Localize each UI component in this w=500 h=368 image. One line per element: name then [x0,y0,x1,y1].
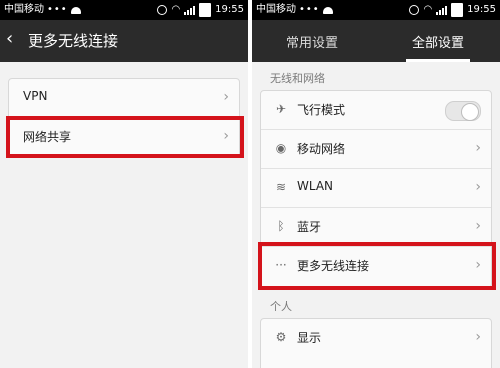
tab-all-settings[interactable]: 全部设置 [412,32,464,51]
status-right: ◠ 19:55 [157,0,244,20]
more-dots-icon: ··· [275,258,287,272]
clock: 19:55 [215,4,244,15]
settings-row-mobile-network[interactable]: ◉ 移动网络 › [261,130,491,169]
signal-tower-icon: ◉ [275,141,287,155]
carrier-name: 中国移动 [256,4,296,15]
status-left: 中国移动 ••• [256,0,333,20]
left-screen: 中国移动 ••• ◠ 19:55 ‹ 更多无线连接 VPN › 网络共享 › [0,0,248,368]
wireless-settings-card: ✈ 飞行模式 ◉ 移动网络 › ≋ WLAN › ᛒ 蓝牙 › ··· 更多无线… [260,90,492,288]
cell-signal-icon [184,5,196,15]
clock: 19:55 [467,4,496,15]
alarm-icon [157,5,168,15]
settings-row-more-wireless[interactable]: ··· 更多无线连接 › [261,247,491,285]
signal-dots: ••• [47,4,68,15]
wifi-status-icon: ◠ [423,4,433,15]
settings-row-airplane-mode[interactable]: ✈ 飞行模式 [261,91,491,130]
settings-row-bluetooth[interactable]: ᛒ 蓝牙 › [261,208,491,247]
bluetooth-icon: ᛒ [277,219,285,233]
cell-signal-icon [436,5,448,15]
tab-bar: 常用设置 全部设置 [252,20,500,62]
section-header-wireless: 无线和网络 [270,72,325,85]
settings-content: VPN › 网络共享 › [0,62,248,368]
airplane-icon: ✈ [275,102,287,116]
row-label: 更多无线连接 [297,259,370,273]
battery-icon [199,3,212,17]
chevron-right-icon: › [475,257,481,273]
chevron-right-icon: › [223,128,229,144]
page-title: 更多无线连接 [28,32,119,50]
back-chevron-icon[interactable]: ‹ [6,30,13,48]
status-right: ◠ 19:55 [409,0,496,20]
android-icon [70,6,81,14]
row-label: 网络共享 [23,130,72,144]
wifi-status-icon: ◠ [171,4,181,15]
wifi-icon: ≋ [275,180,287,194]
screenshot-pair: 中国移动 ••• ◠ 19:55 ‹ 更多无线连接 VPN › 网络共享 › 中… [0,0,500,368]
row-label: WLAN [297,179,334,193]
status-bar: 中国移动 ••• ◠ 19:55 [0,0,248,20]
display-settings-icon: ⚙ [275,330,287,344]
section-header-personal: 个人 [270,300,292,313]
chevron-right-icon: › [475,140,481,156]
carrier-name: 中国移动 [4,4,44,15]
settings-card: VPN › 网络共享 › [8,78,240,158]
settings-row-tethering[interactable]: 网络共享 › [9,118,239,156]
chevron-right-icon: › [475,218,481,234]
settings-content: 无线和网络 ✈ 飞行模式 ◉ 移动网络 › ≋ WLAN › ᛒ 蓝牙 › ··… [252,62,500,368]
settings-row-vpn[interactable]: VPN › [9,79,239,118]
personal-settings-card: ⚙ 显示 › [260,318,492,368]
chevron-right-icon: › [475,179,481,195]
row-label: 显示 [297,331,322,345]
status-left: 中国移动 ••• [4,0,81,20]
settings-row-display[interactable]: ⚙ 显示 › [261,319,491,357]
tab-common-settings[interactable]: 常用设置 [286,32,338,51]
battery-icon [451,3,464,17]
signal-dots: ••• [299,4,320,15]
chevron-right-icon: › [475,329,481,345]
airplane-mode-toggle[interactable] [445,101,481,121]
toggle-knob [461,103,479,121]
row-label: 移动网络 [297,142,346,156]
alarm-icon [409,5,420,15]
row-label: 飞行模式 [297,103,346,117]
row-label: 蓝牙 [297,220,322,234]
row-label: VPN [23,89,48,103]
right-screen: 中国移动 ••• ◠ 19:55 常用设置 全部设置 无线和网络 ✈ 飞行模式 … [252,0,500,368]
status-bar: 中国移动 ••• ◠ 19:55 [252,0,500,20]
chevron-right-icon: › [223,89,229,105]
android-icon [322,6,333,14]
settings-row-wlan[interactable]: ≋ WLAN › [261,169,491,208]
title-bar: ‹ 更多无线连接 [0,20,248,62]
